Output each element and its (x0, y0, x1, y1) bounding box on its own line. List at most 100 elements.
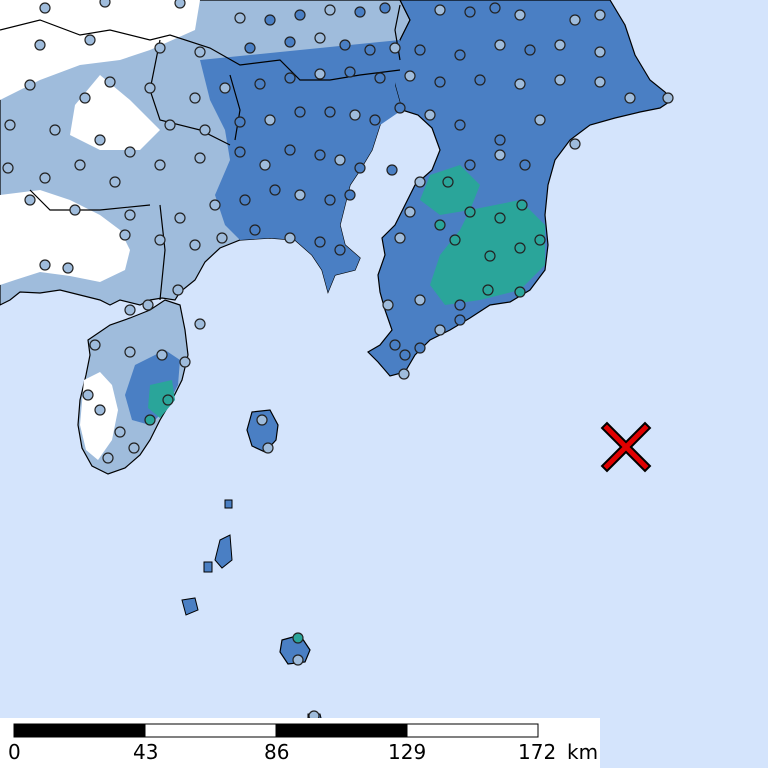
station-marker (194, 46, 206, 58)
station-marker (84, 34, 96, 46)
station-marker (239, 194, 251, 206)
station-marker (24, 79, 36, 91)
station-marker (262, 442, 274, 454)
station-marker (249, 224, 261, 236)
station-marker (554, 39, 566, 51)
station-marker (194, 152, 206, 164)
scale-segment-3 (275, 723, 408, 738)
station-marker (154, 159, 166, 171)
station-marker (389, 339, 401, 351)
station-marker (216, 232, 228, 244)
station-marker (294, 9, 306, 21)
station-marker (89, 339, 101, 351)
station-marker (442, 176, 454, 188)
station-marker (369, 114, 381, 126)
station-marker (154, 234, 166, 246)
station-marker (39, 172, 51, 184)
station-marker (594, 46, 606, 58)
scale-label-43: 43 (133, 740, 158, 764)
station-marker (234, 12, 246, 24)
station-marker (414, 44, 426, 56)
station-marker (399, 349, 411, 361)
station-marker (244, 42, 256, 54)
station-marker (189, 239, 201, 251)
scale-label-0: 0 (8, 740, 21, 764)
station-marker (284, 144, 296, 156)
station-marker (234, 146, 246, 158)
station-marker (294, 106, 306, 118)
station-marker (349, 109, 361, 121)
station-marker (344, 189, 356, 201)
station-marker (4, 119, 16, 131)
station-marker (179, 356, 191, 368)
station-marker (174, 212, 186, 224)
station-marker (382, 299, 394, 311)
station-marker (314, 68, 326, 80)
station-marker (434, 76, 446, 88)
station-marker (494, 149, 506, 161)
station-marker (464, 206, 476, 218)
station-marker (154, 42, 166, 54)
station-marker (119, 229, 131, 241)
station-marker (489, 2, 501, 14)
station-marker (264, 14, 276, 26)
station-marker (104, 76, 116, 88)
map-canvas: 0 43 86 129 172 km (0, 0, 768, 768)
station-marker (464, 159, 476, 171)
scale-label-86: 86 (264, 740, 289, 764)
station-marker (156, 349, 168, 361)
station-marker (354, 162, 366, 174)
scale-bar: 0 43 86 129 172 km (0, 718, 600, 768)
station-marker (454, 119, 466, 131)
station-marker (199, 124, 211, 136)
station-marker (494, 39, 506, 51)
station-marker (49, 124, 61, 136)
station-marker (334, 244, 346, 256)
station-marker (324, 194, 336, 206)
scale-segment-2 (144, 723, 277, 738)
station-marker (514, 78, 526, 90)
station-marker (449, 234, 461, 246)
station-marker (624, 92, 636, 104)
station-marker (594, 9, 606, 21)
station-marker (514, 286, 526, 298)
station-marker (259, 159, 271, 171)
station-marker (394, 102, 406, 114)
station-marker (314, 149, 326, 161)
station-marker (102, 452, 114, 464)
station-marker (174, 0, 186, 9)
station-marker (404, 206, 416, 218)
station-marker (314, 236, 326, 248)
station-marker (334, 154, 346, 166)
station-marker (144, 414, 156, 426)
station-marker (414, 176, 426, 188)
station-marker (516, 199, 528, 211)
station-marker (79, 92, 91, 104)
station-marker (144, 82, 156, 94)
station-marker (62, 262, 74, 274)
station-marker (494, 134, 506, 146)
station-marker (254, 78, 266, 90)
station-marker (454, 49, 466, 61)
station-marker (482, 284, 494, 296)
station-marker (256, 414, 268, 426)
station-marker (464, 6, 476, 18)
station-marker (39, 2, 51, 14)
station-marker (324, 106, 336, 118)
station-marker (294, 189, 306, 201)
station-marker (194, 318, 206, 330)
station-marker (374, 72, 386, 84)
station-marker (284, 232, 296, 244)
scale-label-129: 129 (388, 740, 426, 764)
station-marker (414, 294, 426, 306)
island-toshima (224, 499, 233, 509)
station-marker (514, 242, 526, 254)
station-marker (514, 9, 526, 21)
station-marker (109, 176, 121, 188)
station-marker (292, 654, 304, 666)
station-marker (128, 442, 140, 454)
station-marker (569, 138, 581, 150)
station-marker (209, 199, 221, 211)
station-marker (94, 404, 106, 416)
island-shikinejima (203, 561, 213, 573)
